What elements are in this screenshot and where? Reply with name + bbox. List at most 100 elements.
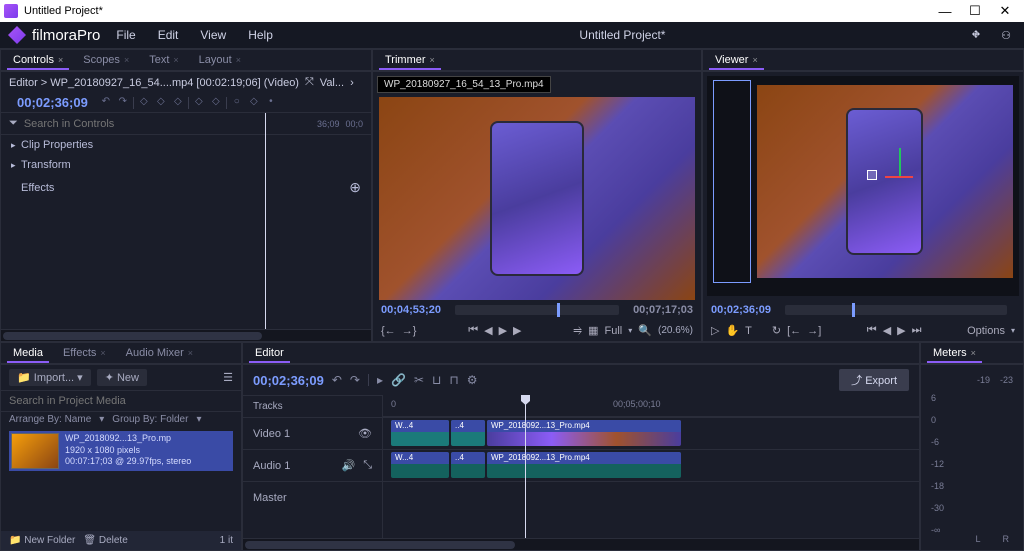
key-prev-icon[interactable]: ◇ xyxy=(137,96,151,110)
magnet-icon[interactable]: ⊓ xyxy=(449,373,458,387)
eye-icon[interactable]: 👁 xyxy=(358,427,372,440)
new-folder-button[interactable]: 📁 New Folder xyxy=(9,535,75,546)
delete-button[interactable]: 🗑 Delete xyxy=(83,535,127,546)
key-modify-icon[interactable]: ◇ xyxy=(209,96,223,110)
close-icon[interactable]: × xyxy=(752,55,757,65)
text-tool-icon[interactable]: T xyxy=(745,325,752,337)
close-icon[interactable]: × xyxy=(124,55,129,65)
menu-help[interactable]: Help xyxy=(242,26,279,44)
options-dropdown[interactable]: Options xyxy=(967,325,1005,337)
timeline-clip[interactable]: ..4 xyxy=(451,452,485,478)
solo-icon[interactable]: ⤡ xyxy=(363,459,372,472)
play-icon[interactable]: ▶ xyxy=(897,324,905,337)
timeline-playhead[interactable] xyxy=(525,395,526,538)
cart-icon[interactable]: ⛖ xyxy=(966,29,986,42)
controls-playhead[interactable] xyxy=(265,113,266,329)
step-fwd-icon[interactable]: ▶ xyxy=(513,324,521,337)
close-icon[interactable]: × xyxy=(430,55,435,65)
prop-clip-properties[interactable]: ▸Clip Properties xyxy=(1,135,371,155)
filter-icon[interactable]: ⏷ xyxy=(9,117,18,130)
prop-transform[interactable]: ▸Transform xyxy=(1,155,371,175)
key-next-icon[interactable]: ◇ xyxy=(171,96,185,110)
controls-timecode[interactable]: 00;02;36;09 xyxy=(9,93,96,112)
menu-file[interactable]: File xyxy=(110,26,141,44)
timeline-clip[interactable]: W...4 xyxy=(391,420,449,446)
hand-tool-icon[interactable]: ✋ xyxy=(725,324,739,337)
group-dropdown[interactable]: Group By: Folder xyxy=(112,414,188,425)
step-back-icon[interactable]: ◀ xyxy=(883,324,891,337)
add-effect-icon[interactable]: ⊕ xyxy=(349,179,361,196)
close-icon[interactable]: × xyxy=(173,55,178,65)
tab-controls[interactable]: Controls× xyxy=(7,52,69,70)
loop-icon[interactable]: ↻ xyxy=(772,324,781,337)
trimmer-video[interactable] xyxy=(379,97,695,300)
search-controls-input[interactable] xyxy=(24,118,311,130)
slice-tool-icon[interactable]: ✂ xyxy=(414,373,424,387)
undo-icon[interactable]: ↶ xyxy=(332,373,342,387)
link-tool-icon[interactable]: 🔗 xyxy=(391,373,406,387)
transform-gizmo[interactable] xyxy=(885,162,913,190)
close-icon[interactable]: × xyxy=(58,55,63,65)
mute-icon[interactable]: 🔊 xyxy=(341,459,355,472)
export-button[interactable]: ⤴ Export xyxy=(839,369,909,391)
scale-dropdown[interactable]: Full xyxy=(605,325,623,337)
list-view-icon[interactable]: ☰ xyxy=(223,371,233,384)
trimmer-out-tc[interactable]: 00;07;17;03 xyxy=(633,304,693,316)
timeline[interactable]: 0 00;05;00;10 W...4 ..4 WP_2018092...13_… xyxy=(383,395,919,538)
value-display-label[interactable]: Val... xyxy=(320,77,344,89)
close-icon[interactable]: × xyxy=(100,348,105,358)
track-master[interactable]: Master xyxy=(243,481,382,513)
select-tool-icon[interactable]: ▷ xyxy=(711,324,719,337)
close-icon[interactable]: × xyxy=(188,348,193,358)
timeline-scrollbar[interactable] xyxy=(243,538,919,550)
media-clip-item[interactable]: WP_2018092...13_Pro.mp 1920 x 1080 pixel… xyxy=(9,431,233,471)
chevron-right-icon[interactable]: › xyxy=(350,77,354,89)
time-ruler[interactable]: 0 00;05;00;10 xyxy=(383,395,919,417)
search-media-input[interactable] xyxy=(9,395,233,407)
editor-timecode[interactable]: 00;02;36;09 xyxy=(253,373,324,388)
dot-icon[interactable]: • xyxy=(264,96,278,110)
tab-media[interactable]: Media xyxy=(7,345,49,363)
go-start-icon[interactable]: ⏮ xyxy=(867,324,877,337)
viewer-timecode[interactable]: 00;02;36;09 xyxy=(711,304,771,316)
timeline-clip[interactable]: ..4 xyxy=(451,420,485,446)
insert-clip-icon[interactable]: ⥤ xyxy=(573,324,582,337)
circle-icon[interactable]: ○ xyxy=(230,96,244,110)
undo-icon[interactable]: ↶ xyxy=(99,96,113,110)
snap-icon[interactable]: ⊔ xyxy=(432,373,441,387)
tab-layout[interactable]: Layout× xyxy=(193,52,247,68)
tab-scopes[interactable]: Scopes× xyxy=(77,52,135,68)
trimmer-in-tc[interactable]: 00;04;53;20 xyxy=(381,304,441,316)
key-icon[interactable]: ◇ xyxy=(154,96,168,110)
settings-icon[interactable]: ⚙ xyxy=(467,373,478,387)
key-set-icon[interactable]: ◇ xyxy=(247,96,261,110)
menu-view[interactable]: View xyxy=(194,26,232,44)
close-icon[interactable]: × xyxy=(971,348,976,358)
timeline-clip[interactable]: WP_2018092...13_Pro.mp4 xyxy=(487,420,681,446)
tab-meters[interactable]: Meters× xyxy=(927,345,982,363)
menu-edit[interactable]: Edit xyxy=(152,26,185,44)
out-icon[interactable]: →] xyxy=(807,325,821,337)
track-video1[interactable]: Video 1👁 xyxy=(243,417,382,449)
import-button[interactable]: 📁 Import... ▾ xyxy=(9,369,91,386)
go-start-icon[interactable]: ⏮ xyxy=(468,324,478,337)
maximize-button[interactable]: ☐ xyxy=(960,3,990,19)
controls-scrollbar[interactable] xyxy=(1,329,371,341)
trimmer-scrubber[interactable] xyxy=(455,305,619,315)
overlay-clip-icon[interactable]: ▦ xyxy=(588,324,598,337)
key-add-icon[interactable]: ◇ xyxy=(192,96,206,110)
viewer-video[interactable] xyxy=(707,76,1019,296)
step-back-icon[interactable]: ◀ xyxy=(484,324,492,337)
in-icon[interactable]: [← xyxy=(787,325,801,337)
prop-effects[interactable]: Effects⊕ xyxy=(1,175,371,200)
minimize-button[interactable]: — xyxy=(930,4,960,19)
redo-icon[interactable]: ↷ xyxy=(350,373,360,387)
track-audio1[interactable]: Audio 1🔊⤡ xyxy=(243,449,382,481)
close-icon[interactable]: × xyxy=(236,55,241,65)
redo-icon[interactable]: ↷ xyxy=(116,96,130,110)
viewer-safe-box[interactable] xyxy=(713,80,750,282)
set-out-icon[interactable]: →} xyxy=(402,325,417,337)
tab-text[interactable]: Text× xyxy=(143,52,184,68)
tab-viewer[interactable]: Viewer× xyxy=(709,52,764,70)
set-in-icon[interactable]: {← xyxy=(381,325,396,337)
